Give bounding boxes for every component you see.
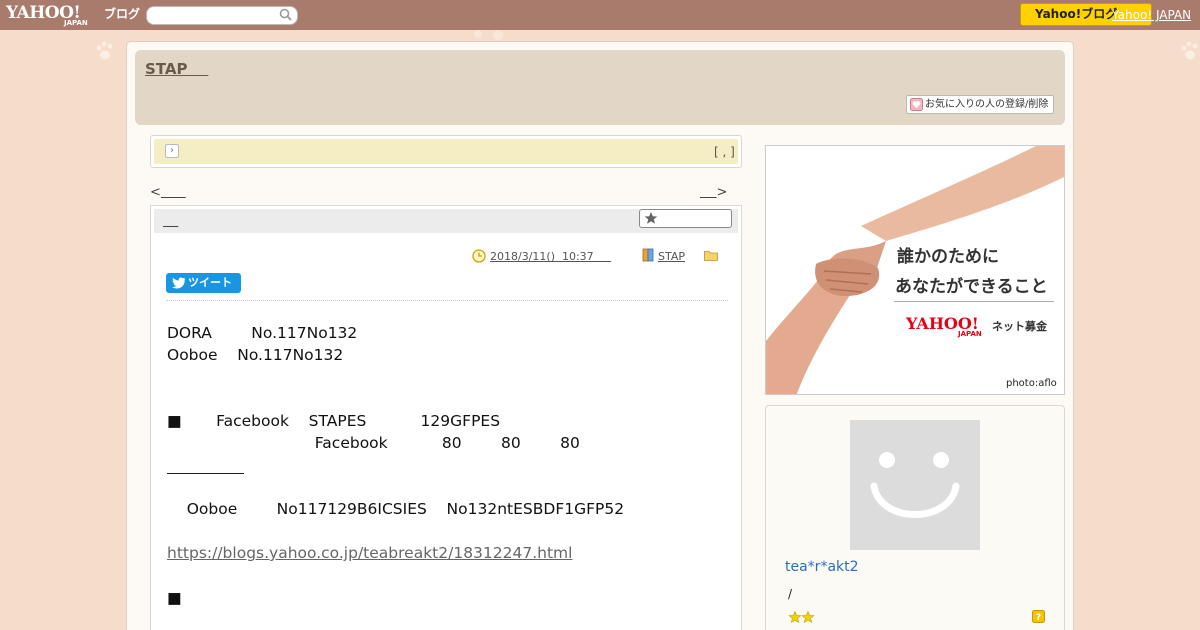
yahoo-japan-link[interactable]: Yahoo! JAPAN bbox=[1112, 8, 1191, 22]
article-line: ■ bbox=[167, 589, 182, 607]
prev-arrow: < bbox=[150, 185, 161, 200]
article-date-link[interactable]: 2018/3/11() 10:37 bbox=[490, 250, 611, 263]
notice-bracket: [ , ] bbox=[714, 145, 735, 159]
next-article-label[interactable] bbox=[700, 185, 717, 200]
search-icon[interactable] bbox=[279, 8, 292, 21]
logo-sub: JAPAN bbox=[64, 19, 88, 27]
article-title[interactable] bbox=[163, 214, 178, 228]
article-line: DORA No.117No132 bbox=[167, 324, 358, 342]
next-article-link[interactable]: > bbox=[700, 185, 728, 200]
search-input[interactable] bbox=[146, 6, 298, 25]
star-icon bbox=[644, 212, 658, 224]
prev-article-link[interactable]: < bbox=[150, 185, 186, 200]
paw-print-icon bbox=[96, 41, 113, 60]
ad-credit: photo:aflo bbox=[1006, 378, 1057, 389]
article-link[interactable]: https://blogs.yahoo.co.jp/teabreakt2/183… bbox=[167, 544, 572, 562]
profile-slash: / bbox=[788, 587, 793, 601]
separator-line bbox=[167, 473, 244, 474]
help-icon[interactable]: ? bbox=[1032, 610, 1045, 623]
charity-ad-banner[interactable]: 誰かのために あなたができること YAHOO! JAPAN ネット募金 phot… bbox=[765, 145, 1065, 395]
handshake-image bbox=[766, 146, 1064, 394]
ad-line-1: 誰かのために bbox=[897, 247, 999, 267]
notice-arrow-button[interactable]: › bbox=[165, 144, 179, 158]
prev-article-label[interactable] bbox=[161, 185, 186, 200]
divider bbox=[166, 300, 728, 301]
blog-title[interactable]: STAP bbox=[145, 60, 208, 78]
heart-icon bbox=[910, 98, 923, 111]
avatar[interactable] bbox=[850, 420, 980, 550]
article-line: ■ Facebook STAPES 129GFPES bbox=[167, 412, 501, 430]
clock-icon bbox=[472, 249, 486, 263]
article-line: Ooboe No117129B6ICSIES No132ntESBDF1GFP5… bbox=[167, 500, 625, 518]
svg-text:?: ? bbox=[1036, 613, 1041, 623]
folder-icon[interactable] bbox=[704, 250, 718, 261]
favorite-register-button[interactable]: お気に入りの人の登録/削除 bbox=[906, 95, 1054, 114]
article-line: Ooboe No.117No132 bbox=[167, 346, 344, 364]
stars-icon bbox=[788, 611, 815, 624]
profile-nickname-link[interactable]: tea*r*akt2 bbox=[785, 559, 859, 575]
ad-divider bbox=[894, 301, 1054, 302]
book-icon bbox=[642, 248, 654, 262]
article-line: Facebook 80 80 80 bbox=[167, 434, 580, 452]
notice-inner bbox=[154, 139, 738, 164]
next-arrow: > bbox=[716, 185, 728, 200]
logo-service: ブログ bbox=[104, 7, 141, 21]
bird-icon bbox=[172, 277, 186, 289]
ad-brand-sub: JAPAN bbox=[958, 330, 982, 338]
paw-print-icon bbox=[1181, 41, 1198, 60]
yahoo-blog-logo[interactable]: YAHOO! JAPAN ブログ bbox=[6, 2, 142, 28]
article-category-link[interactable]: STAP bbox=[658, 250, 685, 263]
ad-line-2: あなたができること bbox=[895, 277, 1048, 297]
ad-service: ネット募金 bbox=[992, 320, 1047, 333]
